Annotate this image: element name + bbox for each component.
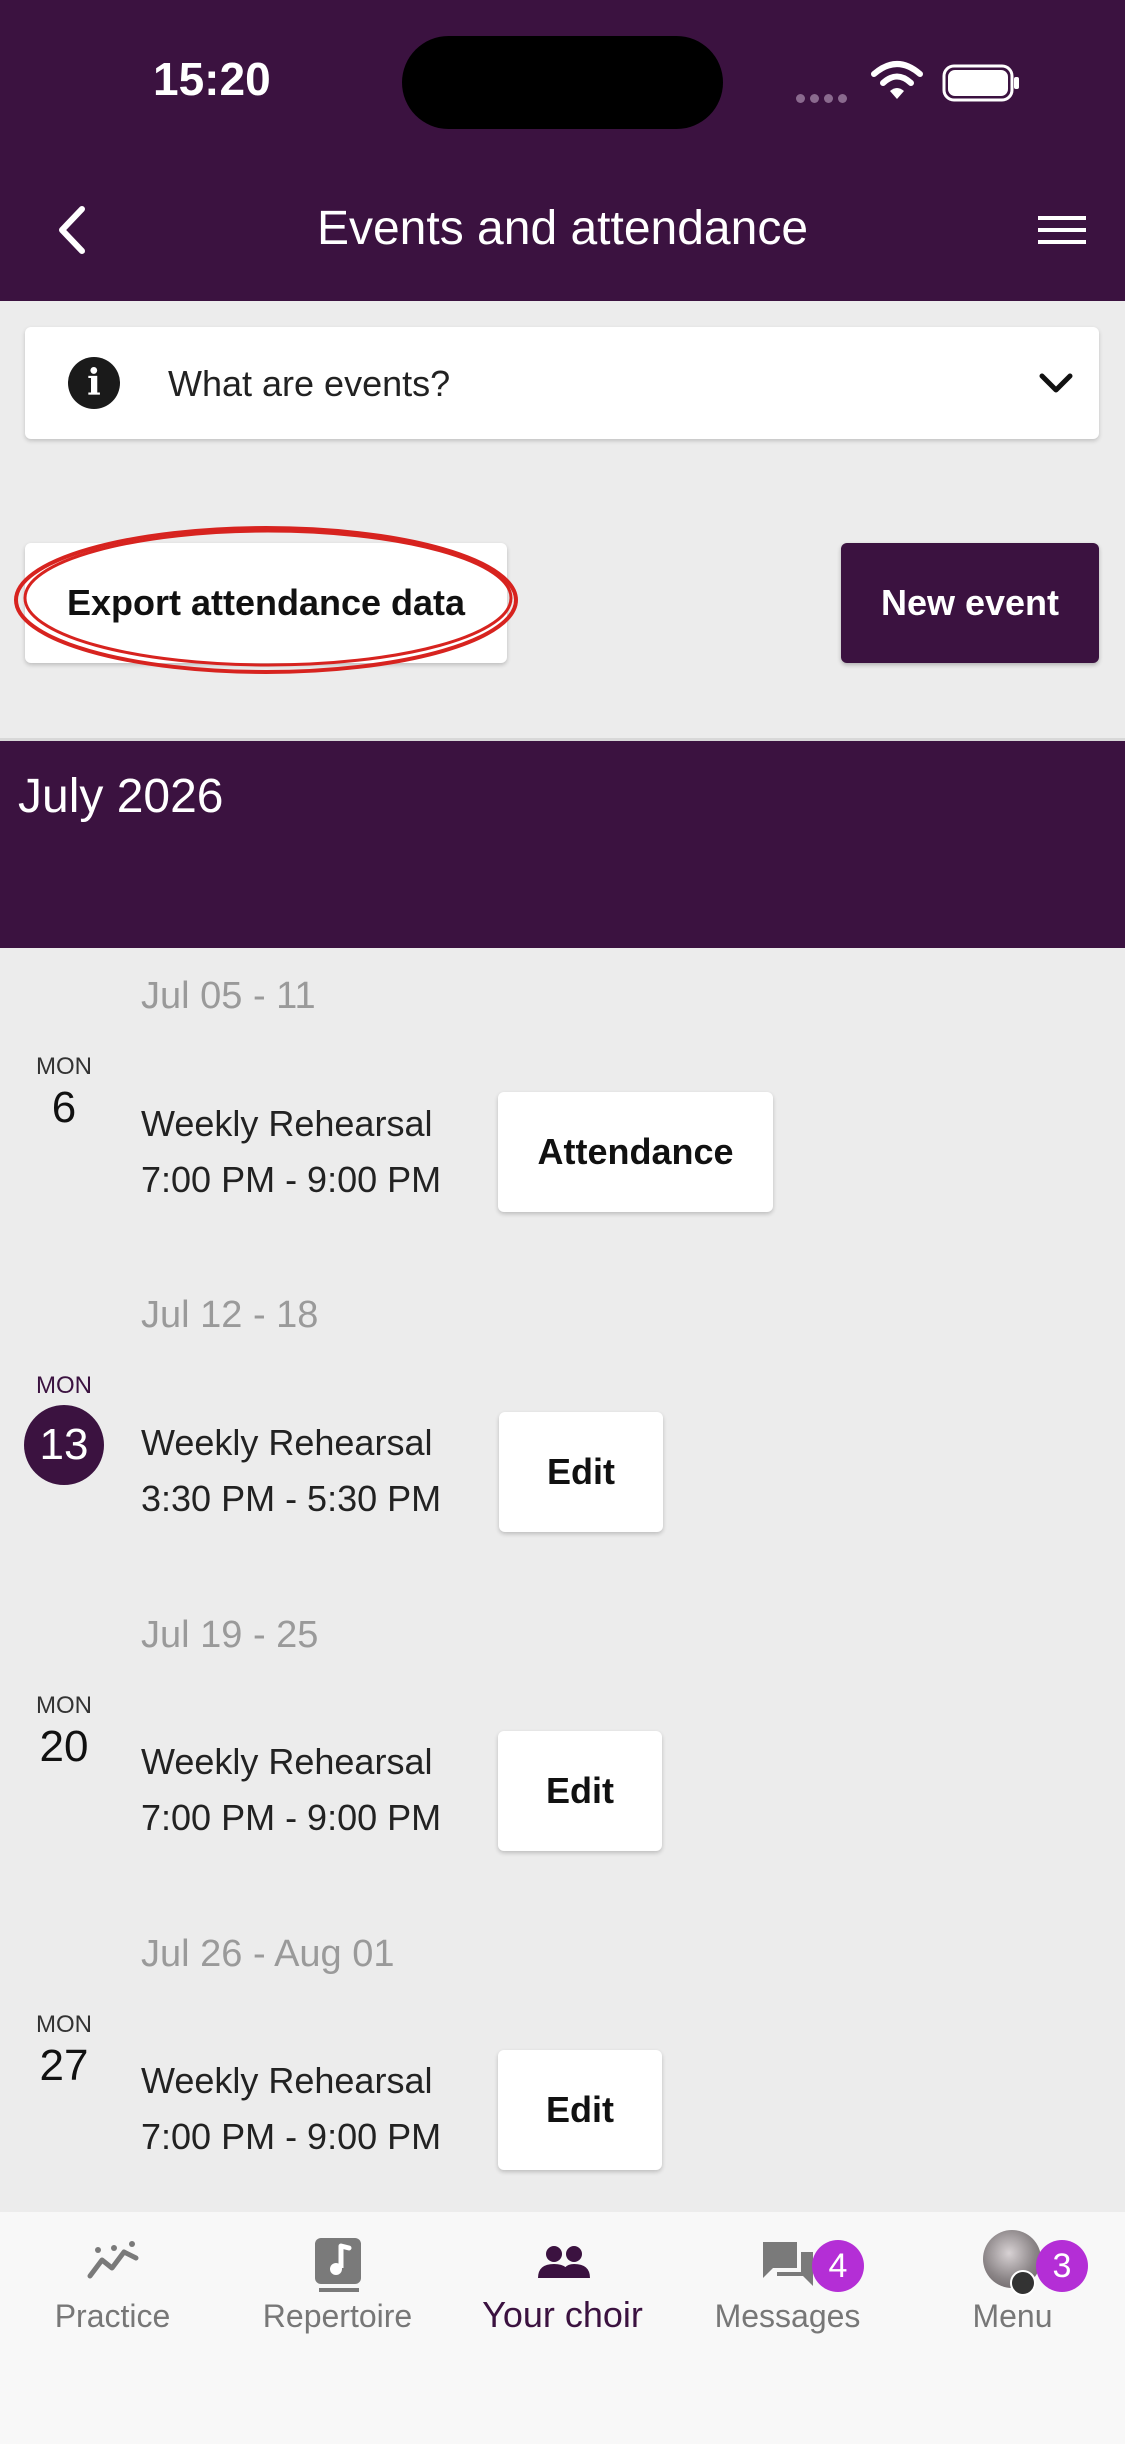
day-number: 20	[39, 1722, 89, 1771]
new-event-button[interactable]: New event	[841, 543, 1099, 663]
event-title: Weekly Rehearsal	[141, 1103, 433, 1144]
info-icon: i	[68, 357, 120, 409]
page-title: Events and attendance	[316, 202, 809, 255]
month-banner: July 2026	[0, 741, 1125, 948]
day-name: MON	[36, 1372, 92, 1399]
events-info-expander[interactable]: i What are events?	[25, 327, 1099, 439]
nav-practice[interactable]: Practice	[0, 2212, 225, 2362]
week-range: Jul 05 - 11	[141, 975, 316, 1017]
menu-badge: 3	[1036, 2240, 1088, 2292]
day-name: MON	[36, 2011, 92, 2038]
nav-label: Your choir	[482, 2294, 643, 2335]
nav-repertoire[interactable]: Repertoire	[225, 2212, 450, 2362]
nav-label: Messages	[714, 2298, 861, 2334]
event-title: Weekly Rehearsal	[141, 2060, 433, 2101]
event-title: Weekly Rehearsal	[141, 1741, 433, 1782]
week-range: Jul 12 - 18	[141, 1294, 319, 1336]
month-label: July 2026	[18, 770, 224, 823]
app-header: 15:20 Events and attendance	[0, 0, 1125, 301]
status-time: 15:20	[153, 53, 271, 105]
nav-label: Menu	[972, 2298, 1053, 2334]
chat-icon	[763, 2242, 813, 2286]
day-name: MON	[36, 1692, 92, 1719]
battery-icon	[942, 64, 1019, 102]
edit-event-button[interactable]: Edit	[498, 2050, 662, 2170]
event-title: Weekly Rehearsal	[141, 1422, 433, 1463]
music-note-icon	[315, 2238, 361, 2292]
day-number: 27	[39, 2041, 89, 2090]
nav-your-choir[interactable]: Your choir	[450, 2212, 675, 2362]
practice-icon	[87, 2241, 139, 2279]
messages-badge: 4	[812, 2240, 864, 2292]
export-attendance-button[interactable]: Export attendance data	[25, 543, 507, 663]
nav-label: Practice	[54, 2298, 171, 2334]
event-time: 7:00 PM - 9:00 PM	[141, 2116, 442, 2157]
week-range: Jul 19 - 25	[141, 1614, 319, 1656]
bottom-nav: Practice Repertoire Your choir 4 Message…	[0, 2212, 1125, 2444]
nav-messages[interactable]: 4 Messages	[675, 2212, 900, 2362]
week-range: Jul 26 - Aug 01	[141, 1933, 395, 1975]
event-time: 3:30 PM - 5:30 PM	[141, 1478, 442, 1519]
day-number: 6	[51, 1083, 77, 1132]
chevron-down-icon	[1039, 373, 1073, 393]
menu-overlay-icon	[1010, 2270, 1036, 2296]
nav-label: Repertoire	[262, 2298, 413, 2334]
dynamic-island	[402, 36, 723, 129]
event-time: 7:00 PM - 9:00 PM	[141, 1159, 442, 1200]
signal-icon	[796, 90, 852, 108]
nav-menu[interactable]: 3 Menu	[900, 2212, 1125, 2362]
edit-event-button[interactable]: Edit	[499, 1412, 663, 1532]
attendance-button[interactable]: Attendance	[498, 1092, 773, 1212]
group-icon	[538, 2246, 590, 2278]
edit-event-button[interactable]: Edit	[498, 1731, 662, 1851]
today-day-number: 13	[24, 1405, 104, 1485]
wifi-icon	[871, 61, 923, 99]
event-time: 7:00 PM - 9:00 PM	[141, 1797, 442, 1838]
day-name: MON	[36, 1053, 92, 1080]
info-expander-label: What are events?	[168, 363, 451, 404]
hamburger-menu-icon[interactable]	[1036, 205, 1088, 255]
